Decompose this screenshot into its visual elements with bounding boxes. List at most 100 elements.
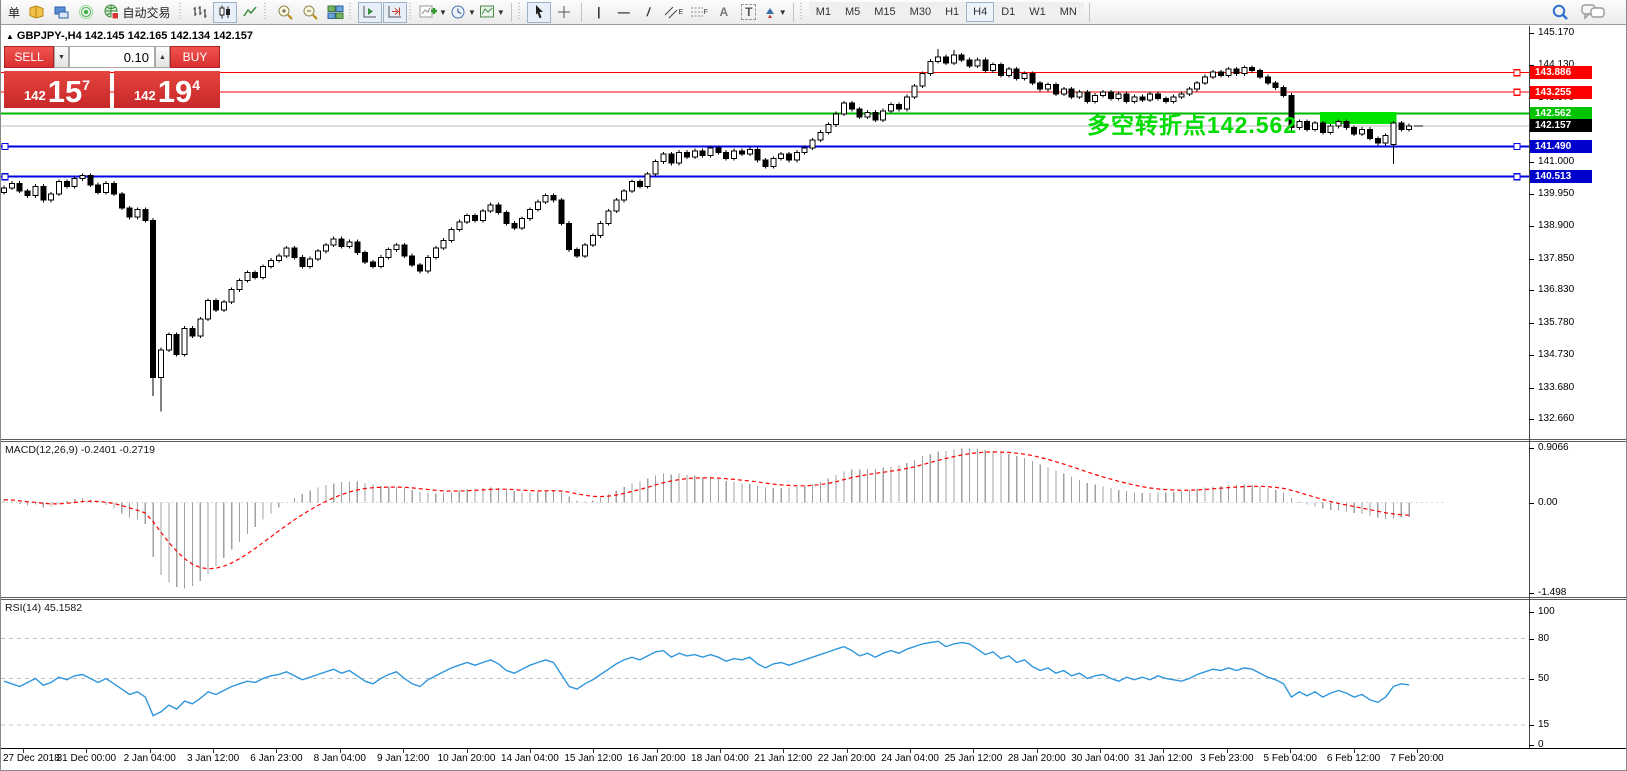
sell-price-box[interactable]: 142 15 7	[4, 71, 110, 108]
volume-increase-button[interactable]: ▲	[155, 46, 170, 68]
timeframe-m5[interactable]: M5	[838, 2, 867, 22]
time-tick-label: 24 Jan 04:00	[881, 753, 939, 764]
volume-decrease-button[interactable]: ▼	[54, 46, 69, 68]
buy-price-integer: 142	[134, 88, 156, 103]
price-tick-label: 133.680	[1538, 382, 1574, 393]
timeframe-h4[interactable]: H4	[966, 2, 994, 22]
timeframe-w1[interactable]: W1	[1022, 2, 1053, 22]
chart-bottom-frame	[1, 748, 1627, 749]
time-tick-label: 5 Feb 04:00	[1264, 753, 1317, 764]
timeframe-mn[interactable]: MN	[1053, 2, 1084, 22]
rsi-tick-mark	[1529, 725, 1534, 726]
timeframe-m30[interactable]: M30	[903, 2, 938, 22]
timeframe-h1[interactable]: H1	[938, 2, 966, 22]
equidistant-channel-tool[interactable]: E	[662, 2, 686, 23]
indicators-icon[interactable]: ▼	[418, 2, 448, 23]
time-tick-label: 30 Jan 04:00	[1071, 753, 1129, 764]
bull-bear-pivot-annotation[interactable]: 多空转折点142.562	[1087, 106, 1297, 140]
price-level-badge: 141.490	[1530, 140, 1592, 153]
one-click-trading-panel: SELL ▼ 0.10 ▲ BUY 142 15 7 142 19 4	[4, 46, 220, 108]
timeframe-m1[interactable]: M1	[809, 2, 838, 22]
fibonacci-tool[interactable]: F	[687, 2, 711, 23]
new-order-button[interactable]: 单	[5, 4, 23, 21]
tile-windows-icon[interactable]	[323, 2, 347, 23]
time-tick-label: 3 Feb 23:00	[1200, 753, 1253, 764]
terminal-window-icon[interactable]	[49, 2, 73, 23]
rsi-tick-label: 0	[1538, 739, 1544, 750]
time-tick-label: 25 Jan 12:00	[944, 753, 1002, 764]
price-tick-mark	[1529, 323, 1534, 324]
chart-shift-icon[interactable]	[383, 2, 407, 23]
dropdown-caret: ▼	[497, 8, 505, 17]
price-tick-label: 139.950	[1538, 188, 1574, 199]
time-tick-label: 28 Jan 20:00	[1008, 753, 1066, 764]
time-tick-label: 16 Jan 20:00	[628, 753, 686, 764]
candlestick-chart-type-icon[interactable]	[213, 2, 237, 23]
chat-icon[interactable]	[1580, 2, 1606, 23]
time-tick-label: 21 Jan 12:00	[754, 753, 812, 764]
line-chart-type-icon[interactable]	[238, 2, 262, 23]
buy-price-box[interactable]: 142 19 4	[114, 71, 220, 108]
sell-button[interactable]: SELL	[4, 46, 54, 68]
horizontal-line-tool[interactable]: —	[612, 2, 636, 23]
search-icon[interactable]	[1548, 2, 1572, 23]
price-level-badge: 143.255	[1530, 86, 1592, 99]
cursor-tool[interactable]	[527, 2, 551, 23]
toolbar-grip	[349, 3, 354, 21]
price-level-badge: 142.157	[1530, 119, 1592, 132]
rsi-tick-label: 100	[1538, 606, 1555, 617]
rsi-tick-label: 80	[1538, 633, 1549, 644]
timeframe-d1[interactable]: D1	[994, 2, 1022, 22]
mt4-window: 单 自动交易 ▼ ▼ ▼ | — / E F A T ▼	[0, 0, 1627, 771]
autotrade-button[interactable]: 自动交易	[99, 2, 177, 23]
macd-tick-label: 0.00	[1538, 497, 1557, 508]
toolbar-grip	[264, 3, 269, 21]
volume-input[interactable]: 0.10	[69, 46, 155, 68]
zoom-in-icon[interactable]	[273, 2, 297, 23]
toolbar-separator	[511, 3, 512, 22]
zoom-out-icon[interactable]	[298, 2, 322, 23]
macd-tick-label: 0.9066	[1538, 442, 1569, 453]
rsi-tick-mark	[1529, 612, 1534, 613]
arrows-tool[interactable]: ▼	[762, 2, 788, 23]
chart-template-icon[interactable]: ▼	[478, 2, 506, 23]
macd-indicator-pane[interactable]	[1, 442, 1529, 597]
toolbar-separator	[793, 3, 794, 22]
toolbar-separator	[581, 3, 582, 22]
timeframe-m15[interactable]: M15	[867, 2, 902, 22]
rsi-tick-mark	[1529, 745, 1534, 746]
buy-price-point: 4	[192, 77, 200, 93]
toolbar-separator	[1089, 3, 1090, 22]
bar-chart-type-icon[interactable]	[188, 2, 212, 23]
time-tick-label: 31 Dec 00:00	[57, 753, 117, 764]
rsi-tick-label: 15	[1538, 719, 1549, 730]
text-label-tool[interactable]: T	[737, 2, 761, 23]
auto-scroll-icon[interactable]	[358, 2, 382, 23]
text-tool[interactable]: A	[712, 2, 736, 23]
price-tick-label: 137.850	[1538, 253, 1574, 264]
timeframes-clock-icon[interactable]: ▼	[449, 2, 477, 23]
time-tick-label: 14 Jan 04:00	[501, 753, 559, 764]
price-tick-mark	[1529, 194, 1534, 195]
dropdown-caret: ▼	[439, 8, 447, 17]
main-price-chart[interactable]	[1, 26, 1529, 439]
rsi-indicator-pane[interactable]	[1, 600, 1529, 748]
collapse-triangle-icon[interactable]: ▲	[6, 32, 14, 41]
crosshair-tool[interactable]	[552, 2, 576, 23]
price-tick-mark	[1529, 290, 1534, 291]
price-tick-mark	[1529, 226, 1534, 227]
trendline-tool[interactable]: /	[637, 2, 661, 23]
price-level-badge: 142.562	[1530, 107, 1592, 120]
signal-icon[interactable]	[74, 2, 98, 23]
toolbar-grip	[518, 3, 523, 21]
time-tick-label: 8 Jan 04:00	[314, 753, 366, 764]
time-tick-label: 27 Dec 2018	[3, 753, 60, 764]
macd-tick-mark	[1529, 503, 1534, 504]
pane-separator[interactable]	[1, 597, 1627, 598]
price-level-badge: 140.513	[1530, 170, 1592, 183]
market-watch-icon[interactable]	[24, 2, 48, 23]
vertical-line-tool[interactable]: |	[587, 2, 611, 23]
pane-separator[interactable]	[1, 439, 1627, 440]
price-tick-mark	[1529, 259, 1534, 260]
buy-button[interactable]: BUY	[170, 46, 220, 68]
